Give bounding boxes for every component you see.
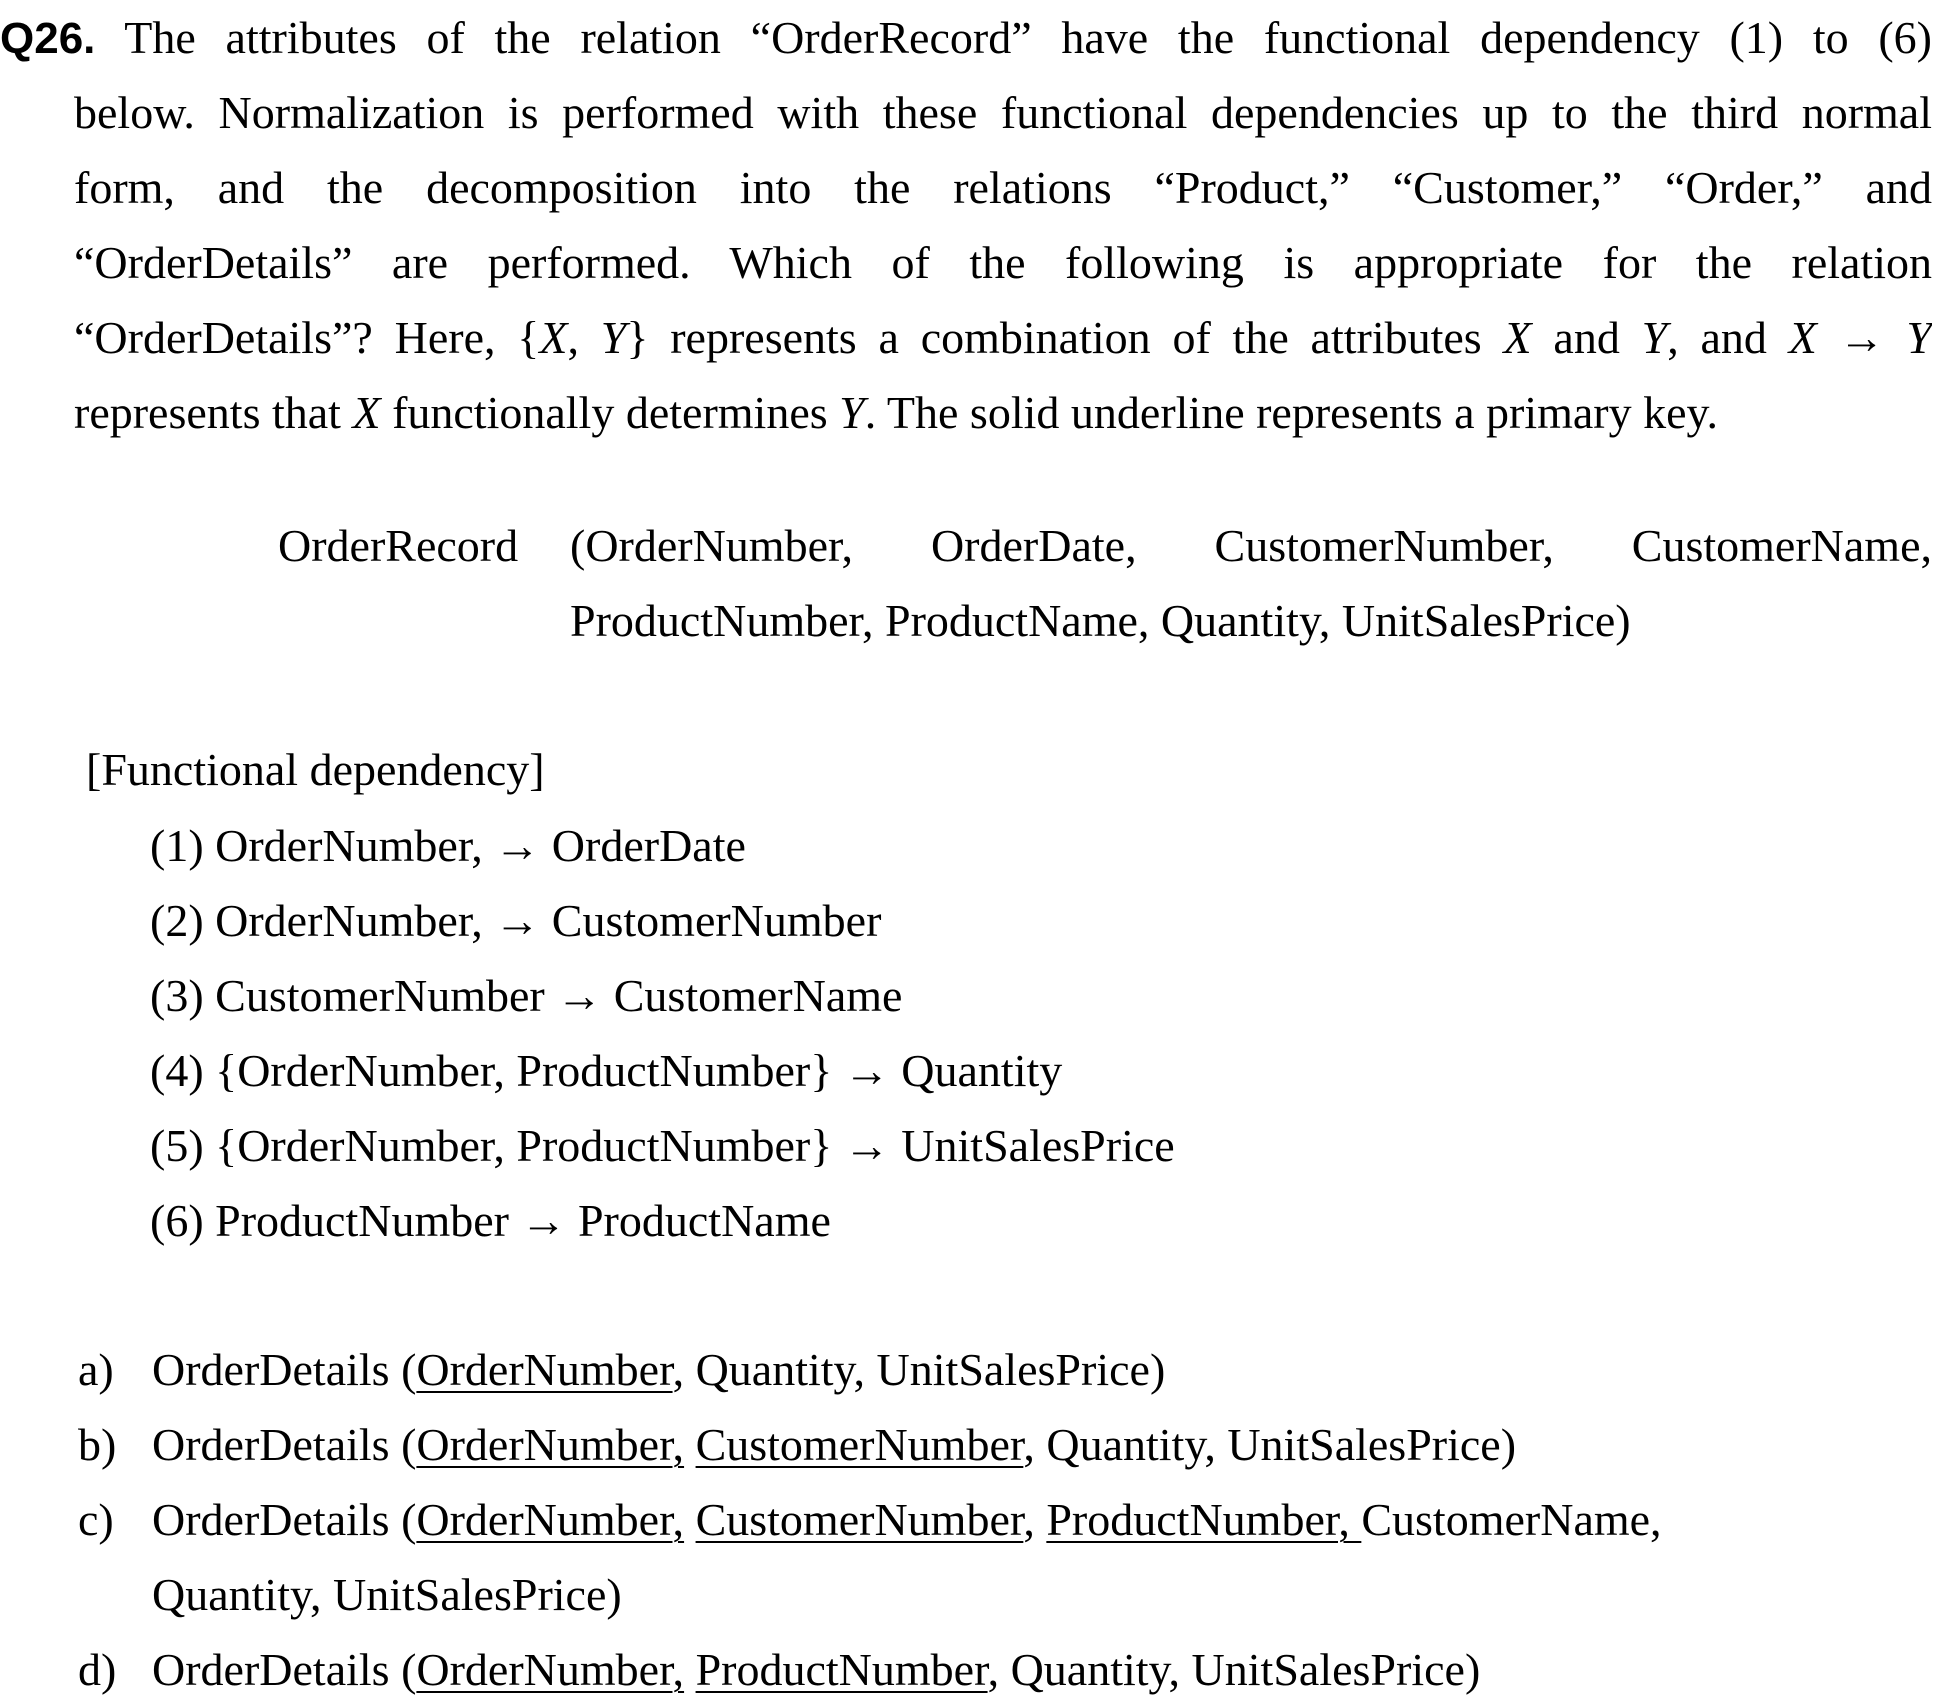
question-text-2: below. Normalization is performed with t… (74, 87, 1932, 138)
relation-line-1: OrderRecord (OrderNumber, OrderDate, Cust… (278, 508, 1932, 583)
option-text: Quantity, UnitSalesPrice) (152, 1569, 622, 1620)
primary-key-attr: OrderNumber (416, 1344, 673, 1395)
relation-attributes-2: ProductNumber, ProductName, Quantity, Un… (570, 595, 1631, 646)
option-text: OrderDetails ( (152, 1419, 417, 1470)
fd-item-1: (1) OrderNumber, → OrderDate (150, 820, 746, 871)
question-text-5b: , (567, 312, 601, 363)
option-text: OrderDetails ( (152, 1644, 417, 1695)
var-y: Y (1641, 312, 1668, 363)
var-y: Y (600, 312, 627, 363)
question-line-6: represents that X functionally determine… (0, 375, 1932, 450)
fd-item-2: (2) OrderNumber, → CustomerNumber (150, 895, 882, 946)
option-a[interactable]: a) OrderDetails (OrderNumber, Quantity, U… (78, 1332, 1662, 1407)
question-page: Q26. The attributes of the relation “Ord… (0, 0, 1938, 1697)
relation-line-2: ProductNumber, ProductName, Quantity, Un… (278, 583, 1932, 658)
primary-key-attr: ProductNumber, (1046, 1494, 1362, 1545)
option-text (684, 1644, 696, 1695)
fd-item-6: (6) ProductNumber → ProductName (150, 1195, 831, 1246)
option-text: , Quantity, UnitSalesPrice) (987, 1644, 1481, 1695)
question-stem: Q26. The attributes of the relation “Ord… (0, 0, 1932, 450)
primary-key-attr: CustomerNumber (695, 1494, 1024, 1545)
question-line-1: Q26. The attributes of the relation “Ord… (0, 0, 1932, 75)
option-text: , (1023, 1494, 1047, 1545)
fd-list: (1) OrderNumber, → OrderDate (2) OrderNu… (150, 808, 1175, 1258)
option-text: OrderDetails ( (152, 1344, 417, 1395)
question-text-5d: and (1531, 312, 1642, 363)
option-text (684, 1419, 696, 1470)
answer-options: a) OrderDetails (OrderNumber, Quantity, U… (78, 1332, 1662, 1707)
primary-key-attr: ProductNumber (695, 1644, 988, 1695)
option-c[interactable]: c) OrderDetails (OrderNumber, CustomerNum… (78, 1482, 1662, 1557)
var-x: X (539, 312, 568, 363)
var-y: Y (839, 387, 865, 438)
option-letter: d) (78, 1644, 117, 1695)
question-text-6a: represents that (74, 387, 353, 438)
arrow-symbol: → (1838, 312, 1885, 363)
fd-item-4: (4) {OrderNumber, ProductNumber} → Quant… (150, 1045, 1063, 1096)
var-x: X (1503, 312, 1532, 363)
var-x: X (352, 387, 381, 438)
var-y: Y (1906, 312, 1932, 363)
relation-schema: OrderRecord (OrderNumber, OrderDate, Cust… (278, 508, 1932, 658)
question-number: Q26. (0, 14, 96, 63)
primary-key-attr: CustomerNumber (695, 1419, 1024, 1470)
question-line-5: “OrderDetails”? Here, {X, Y} represents … (0, 300, 1932, 375)
option-b[interactable]: b) OrderDetails (OrderNumber, CustomerNum… (78, 1407, 1662, 1482)
option-text: , Quantity, UnitSalesPrice) (1023, 1419, 1517, 1470)
option-letter: c) (78, 1494, 114, 1545)
primary-key-attr: OrderNumber, (416, 1494, 685, 1545)
option-text (684, 1494, 696, 1545)
fd-item-3: (3) CustomerNumber → CustomerName (150, 970, 903, 1021)
question-line-3: form, and the decomposition into the rel… (0, 150, 1932, 225)
primary-key-attr: OrderNumber, (416, 1419, 685, 1470)
question-text-5c: } represents a combination of the attrib… (626, 312, 1504, 363)
question-line-2: below. Normalization is performed with t… (0, 75, 1932, 150)
option-text: , Quantity, UnitSalesPrice) (672, 1344, 1166, 1395)
question-text-6c: . The solid underline represents a prima… (864, 387, 1719, 438)
question-text-4: “OrderDetails” are performed. Which of t… (74, 237, 1932, 288)
fd-heading: [Functional dependency] (86, 744, 545, 795)
question-text-1: The attributes of the relation “OrderRec… (95, 12, 1932, 63)
question-text-6b: functionally determines (380, 387, 840, 438)
option-text: OrderDetails ( (152, 1494, 417, 1545)
option-text: CustomerName, (1361, 1494, 1662, 1545)
fd-item-5: (5) {OrderNumber, ProductNumber} → UnitS… (150, 1120, 1175, 1171)
option-letter: b) (78, 1419, 117, 1470)
question-line-4: “OrderDetails” are performed. Which of t… (0, 225, 1932, 300)
option-d[interactable]: d) OrderDetails (OrderNumber, ProductNumb… (78, 1632, 1662, 1707)
primary-key-attr: OrderNumber, (416, 1644, 685, 1695)
question-text-3: form, and the decomposition into the rel… (74, 162, 1932, 213)
relation-attributes-1: (OrderNumber, OrderDate, CustomerNumber,… (570, 520, 1932, 571)
option-letter: a) (78, 1344, 114, 1395)
question-text-5e: , and (1667, 312, 1789, 363)
relation-name: OrderRecord (278, 520, 519, 571)
question-text-5a: “OrderDetails”? Here, { (74, 312, 540, 363)
var-x: X (1788, 312, 1817, 363)
option-c-continuation: Quantity, UnitSalesPrice) (78, 1557, 1662, 1632)
